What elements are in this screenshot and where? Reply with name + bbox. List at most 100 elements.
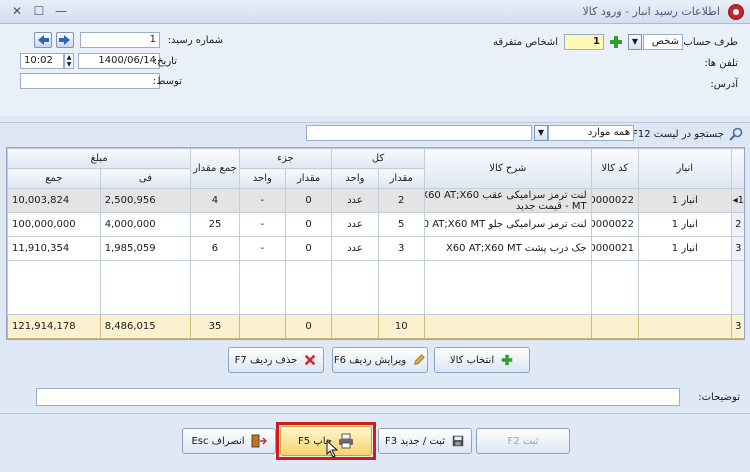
header-joz-qty[interactable]: مقدار [284,168,333,189]
next-receipt-button[interactable] [56,32,74,48]
header-sum[interactable]: جمع [7,168,101,189]
cell-total-qty[interactable]: 25 [190,212,240,237]
pencil-icon [414,354,425,365]
time-spinner[interactable]: ▲ ▼ [64,53,74,69]
party-type-select[interactable]: شخص [643,34,683,50]
cell-kol-qty[interactable]: 2 [377,188,425,213]
cell-fee[interactable]: 4,000,000 [99,212,192,237]
header-joz: جزء [238,148,333,169]
cell-code[interactable]: 900000021 [590,236,639,261]
by-label: توسط: [152,76,182,87]
cell-fee[interactable]: 2,500,956 [99,188,192,213]
table-row[interactable]: 3 انبار 1 900000021 جک درب پشت X60 AT;X6… [7,236,744,261]
cell-kol-unit[interactable]: عدد [331,236,379,261]
footer-joz-qty: 0 [284,314,333,339]
header-kol-unit[interactable]: واحد [331,168,379,189]
exit-door-icon [251,434,267,448]
edit-row-button[interactable]: ویرایش ردیف F6 [332,347,428,373]
cell-joz-unit[interactable]: - [238,188,286,213]
row-number: 1◂ [730,188,744,213]
mouse-cursor-icon [326,439,340,458]
chevron-down-icon[interactable]: ▼ [628,34,642,50]
delete-row-button[interactable]: حذف ردیف F7 [228,347,324,373]
cell-desc[interactable]: جک درب پشت X60 AT;X60 MT [423,236,592,261]
row-number-header [730,148,744,189]
by-input[interactable] [20,73,160,89]
magnifier-icon [728,126,744,142]
close-icon[interactable]: ✕ [8,3,26,19]
header-fee[interactable]: فی [99,168,192,189]
arrow-right-icon [59,35,70,45]
plus-icon [501,354,513,366]
footer-total-qty: 35 [190,314,240,339]
cell-code[interactable]: 900000022 [590,212,639,237]
party-name: اشخاص متفرقه [492,37,558,48]
cell-sum[interactable]: 10,003,824 [7,188,101,213]
notes-label: توضیحات: [698,392,740,403]
account-party-label: طرف حساب: [680,37,738,48]
notes-input[interactable] [36,388,680,406]
cell-anbar[interactable]: انبار 1 [637,236,732,261]
time-input[interactable]: 10:02 [20,53,64,69]
filter-chevron-down-icon[interactable]: ▼ [534,125,548,141]
cell-total-qty[interactable]: 6 [190,236,240,261]
cell-fee[interactable]: 1,985,059 [99,236,192,261]
header-kol-qty[interactable]: مقدار [377,168,425,189]
search-input[interactable] [306,125,532,141]
window-title: اطلاعات رسید انبار - ورود کالا [582,5,720,18]
grid-footer-totals: 3 10 0 35 8,486,015 121,914,178 [7,314,744,339]
arrow-left-icon [38,35,49,45]
prev-receipt-button[interactable] [34,32,52,48]
table-row[interactable]: 1◂ انبار 1 900000022 لنت ترمز سرامیکی عق… [7,188,744,213]
cell-sum[interactable]: 100,000,000 [7,212,101,237]
cell-kol-unit[interactable]: عدد [331,212,379,237]
cell-total-qty[interactable]: 4 [190,188,240,213]
row-number: 2 [730,212,744,237]
app-logo-icon [728,4,744,20]
maximize-icon[interactable]: ☐ [30,3,48,19]
cell-joz-qty[interactable]: 0 [284,212,333,237]
cell-kol-qty[interactable]: 5 [377,212,425,237]
receipt-number-input[interactable]: 1 [80,32,160,48]
cell-code[interactable]: 900000022 [590,188,639,213]
footer-fee: 8,486,015 [99,314,192,339]
cell-desc[interactable]: لنت ترمز سرامیکی جلو X60 AT;X60 MT [423,212,592,237]
footer-kol-qty: 10 [377,314,425,339]
cell-joz-unit[interactable]: - [238,212,286,237]
save-new-button[interactable]: ثبت / جدید F3 [378,428,472,454]
header-amount: مبلغ [7,148,192,169]
cancel-button[interactable]: انصراف Esc [182,428,276,454]
search-label: جستجو در لیست F12 [632,129,724,140]
cell-kol-unit[interactable]: عدد [331,188,379,213]
cell-joz-qty[interactable]: 0 [284,188,333,213]
header-item-desc[interactable]: شرح کالا [423,148,592,189]
date-input[interactable]: 1400/06/14 [78,53,160,69]
header-joz-unit[interactable]: واحد [238,168,286,189]
save-icon [452,435,464,447]
header-anbar[interactable]: انبار [637,148,732,189]
header-total-qty[interactable]: جمع مقدار [190,148,240,189]
select-item-button[interactable]: انتخاب کالا [434,347,530,373]
search-filter-select[interactable]: همه موارد [548,125,634,141]
delete-x-icon [305,354,316,366]
cell-anbar[interactable]: انبار 1 [637,188,732,213]
footer-sum: 121,914,178 [7,314,101,339]
table-row[interactable]: 2 انبار 1 900000022 لنت ترمز سرامیکی جلو… [7,212,744,237]
cell-kol-qty[interactable]: 3 [377,236,425,261]
date-label: تاریخ: [153,56,177,67]
footer-row-count: 3 [730,314,744,339]
cell-sum[interactable]: 11,910,354 [7,236,101,261]
save-button[interactable]: ثبت F2 [476,428,570,454]
cell-anbar[interactable]: انبار 1 [637,212,732,237]
cell-joz-unit[interactable]: - [238,236,286,261]
add-party-button[interactable] [608,34,624,50]
row-number: 3 [730,236,744,261]
cell-desc[interactable]: لنت ترمز سرامیکی عقب X60 AT;X60 MT - قیمت… [423,188,592,213]
party-code-input[interactable]: 1 [564,34,604,50]
plus-icon [610,36,622,48]
items-grid: انبار کد کالا شرح کالا کل جزء جمع مقدار … [6,147,745,340]
minimize-icon[interactable]: — [52,3,70,19]
header-item-code[interactable]: کد کالا [590,148,639,189]
cell-joz-qty[interactable]: 0 [284,236,333,261]
receipt-number-label: شماره رسید: [167,35,223,46]
